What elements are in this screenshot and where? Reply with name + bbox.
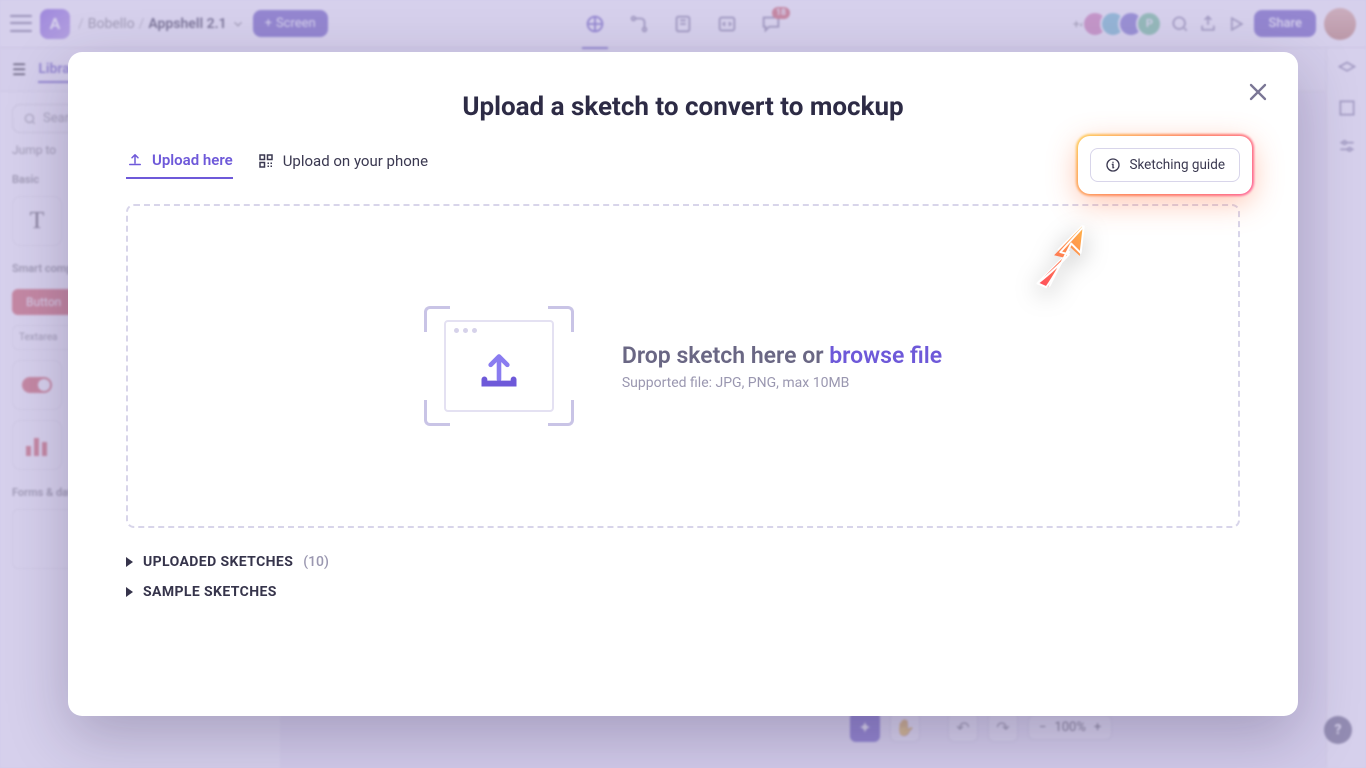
sample-sketches-section[interactable]: SAMPLE SKETCHES — [126, 584, 1240, 600]
upload-icon — [126, 151, 144, 169]
caret-right-icon — [126, 557, 133, 567]
upload-arrow-icon — [474, 344, 524, 394]
drop-text-supported: Supported file: JPG, PNG, max 10MB — [622, 375, 942, 391]
sketching-guide-button[interactable]: Sketching guide — [1090, 148, 1240, 182]
uploaded-sketches-section[interactable]: UPLOADED SKETCHES (10) — [126, 554, 1240, 570]
sample-sketches-label: SAMPLE SKETCHES — [143, 584, 277, 600]
tab-upload-here[interactable]: Upload here — [126, 151, 233, 179]
close-button[interactable] — [1244, 78, 1272, 106]
drop-zone[interactable]: Drop sketch here or browse file Supporte… — [126, 204, 1240, 528]
sketching-guide-label: Sketching guide — [1129, 157, 1225, 173]
sketching-guide-highlight: Sketching guide — [1090, 148, 1240, 182]
drop-zone-text: Drop sketch here or browse file Supporte… — [622, 342, 942, 391]
browse-file-link[interactable]: browse file — [829, 342, 942, 369]
caret-right-icon — [126, 587, 133, 597]
info-icon — [1105, 157, 1121, 173]
uploaded-sketches-label: UPLOADED SKETCHES — [143, 554, 293, 570]
modal-title: Upload a sketch to convert to mockup — [126, 92, 1240, 122]
close-icon — [1244, 78, 1272, 106]
tab-upload-phone[interactable]: Upload on your phone — [257, 152, 428, 178]
upload-sketch-modal: Upload a sketch to convert to mockup Upl… — [68, 52, 1298, 716]
tab-upload-here-label: Upload here — [152, 151, 233, 169]
tab-upload-phone-label: Upload on your phone — [283, 152, 428, 170]
modal-tabs-row: Upload here Upload on your phone Sketchi… — [126, 148, 1240, 182]
upload-illustration — [424, 306, 574, 426]
drop-text-prefix: Drop sketch here or — [622, 342, 829, 369]
uploaded-sketches-count: (10) — [303, 554, 329, 570]
qr-icon — [257, 152, 275, 170]
